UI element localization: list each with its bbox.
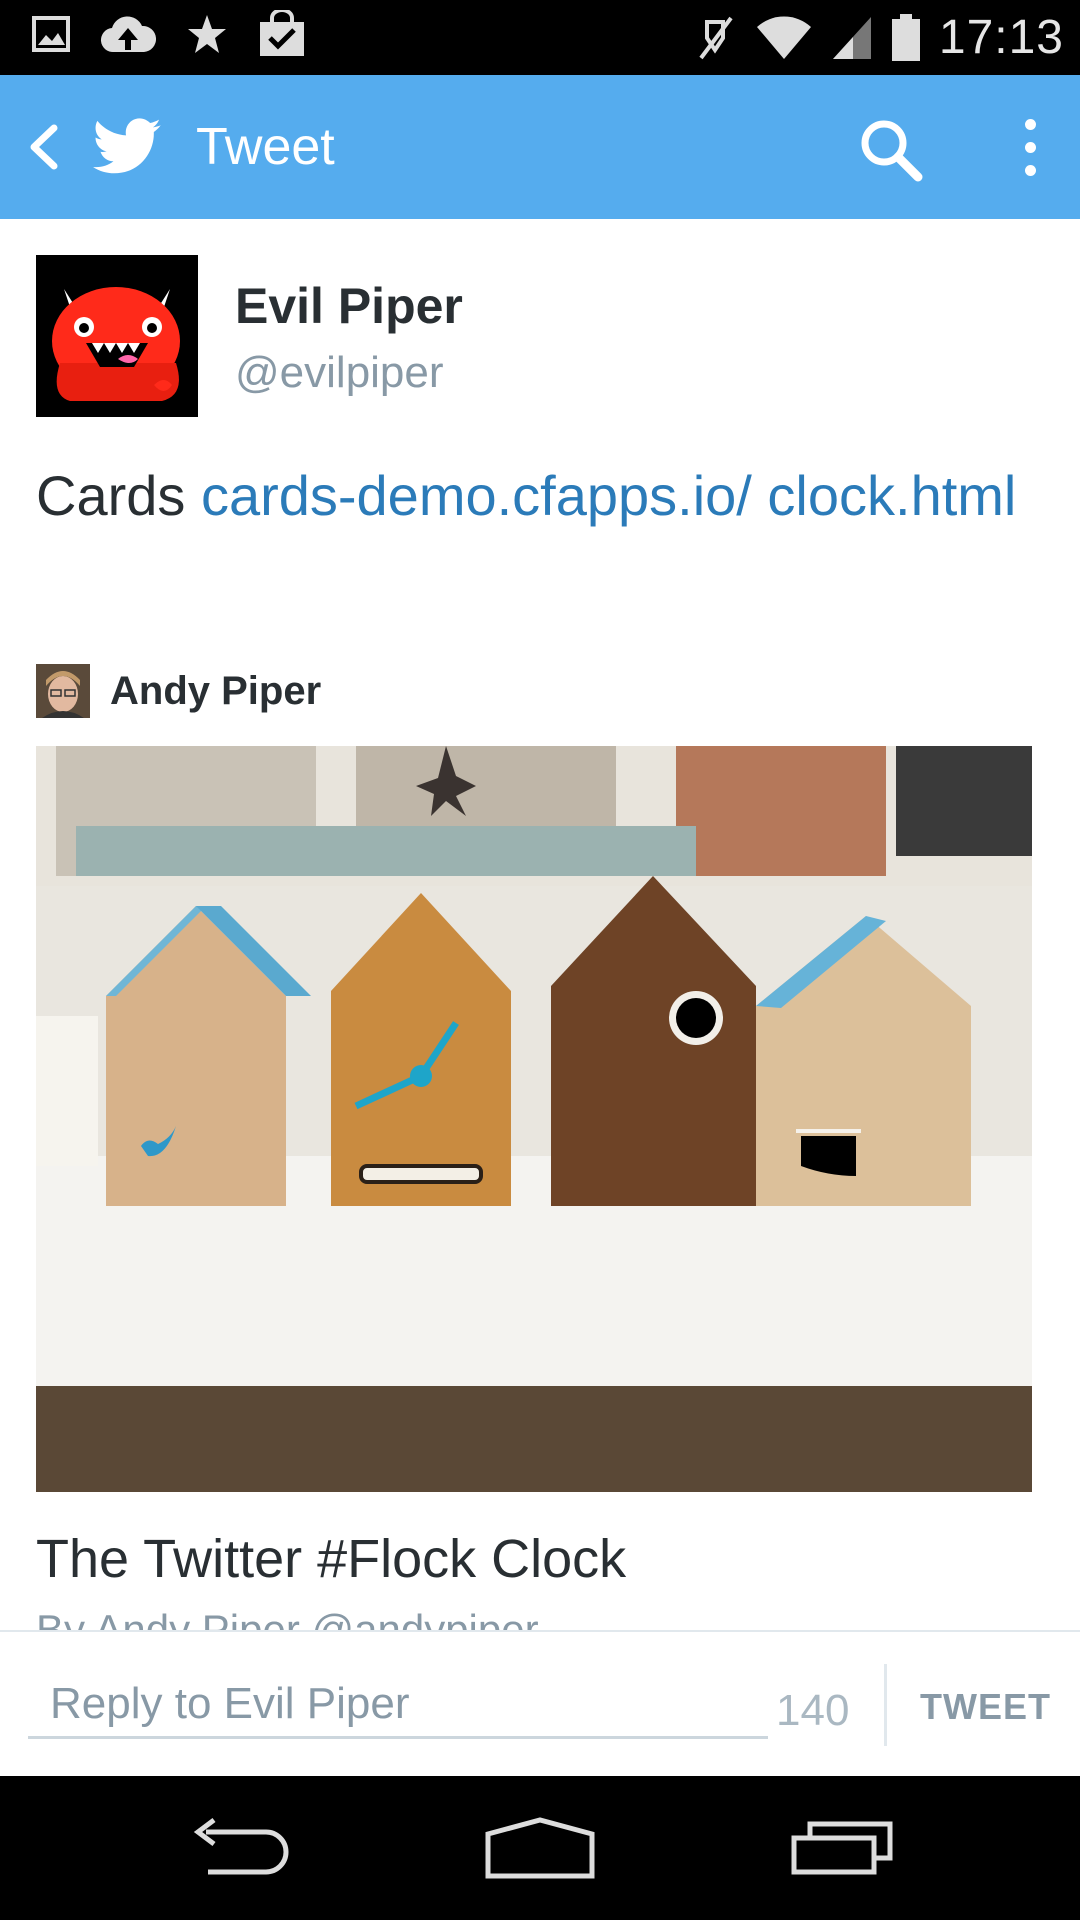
chevron-left-icon (30, 124, 58, 170)
tweet-link[interactable]: cards-demo.cfapps.io/ clock.html (201, 464, 1016, 527)
card-author-name: Andy Piper (110, 668, 322, 713)
app-bar: Tweet (0, 75, 1080, 219)
author-name[interactable]: Evil Piper (235, 277, 463, 335)
overflow-menu-button[interactable] (1000, 107, 1060, 187)
tweet-text-prefix: Cards (36, 464, 201, 527)
person-photo-icon (36, 664, 90, 718)
shopping-bag-check-icon (258, 10, 306, 58)
divider (884, 1664, 887, 1746)
author-handle[interactable]: @evilpiper (235, 348, 444, 398)
page-title: Tweet (196, 118, 335, 176)
star-icon (186, 13, 228, 55)
card-author-avatar[interactable] (36, 664, 90, 718)
reply-input[interactable] (28, 1672, 768, 1739)
red-monster-avatar-icon (36, 255, 198, 417)
cloud-upload-icon (100, 14, 156, 54)
battery-icon (891, 13, 921, 62)
dot-icon (1024, 141, 1036, 153)
home-nav-button[interactable] (484, 1816, 596, 1880)
search-button[interactable] (854, 113, 930, 189)
author-avatar[interactable] (36, 255, 198, 417)
clock-time: 17:13 (938, 11, 1064, 64)
status-bar: 17:13 (0, 0, 1080, 75)
mute-icon (693, 14, 737, 62)
card-image[interactable] (36, 746, 1032, 1492)
recents-nav-icon (791, 1821, 893, 1875)
tweet-button[interactable]: TWEET (920, 1686, 1051, 1728)
dot-icon (1024, 164, 1036, 176)
card-byline: By Andy Piper @andypiper (36, 1606, 539, 1630)
card-author[interactable]: Andy Piper (36, 664, 321, 718)
search-icon (861, 120, 923, 182)
back-nav-icon (193, 1818, 289, 1875)
twitter-bird-icon[interactable] (90, 111, 164, 185)
recents-nav-button[interactable] (790, 1816, 894, 1880)
card-title: The Twitter #Flock Clock (36, 1529, 627, 1589)
wifi-icon (755, 15, 813, 61)
signal-icon (831, 15, 873, 61)
back-button[interactable] (14, 115, 74, 179)
reply-bar: 140 TWEET (0, 1630, 1080, 1778)
birdhouse-clocks-photo (36, 746, 1032, 1492)
tweet-text: Cards cards-demo.cfapps.io/ clock.html (36, 458, 1036, 534)
character-count: 140 (776, 1686, 850, 1735)
back-nav-button[interactable] (186, 1816, 290, 1880)
notification-icons (32, 10, 306, 58)
system-indicators: 17:13 (693, 0, 1064, 75)
dot-icon (1024, 118, 1036, 130)
navigation-bar (0, 1776, 1080, 1920)
image-icon (32, 15, 70, 53)
home-nav-icon (485, 1817, 595, 1879)
